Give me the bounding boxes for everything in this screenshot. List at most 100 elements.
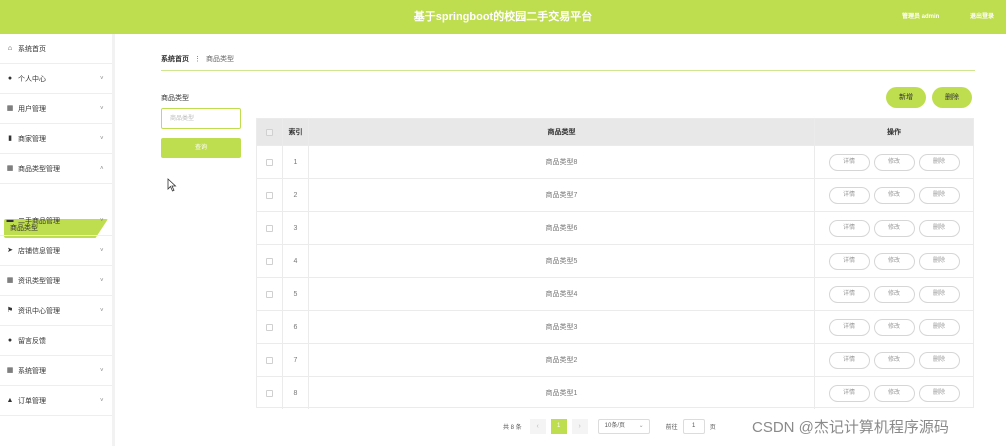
detail-button[interactable]: 详情: [828, 285, 870, 303]
row-delete-button[interactable]: 删除: [918, 285, 960, 303]
table-row: 6 商品类型3 详情 修改 删除: [257, 310, 973, 343]
app-title: 基于springboot的校园二手交易平台: [413, 11, 593, 23]
edit-button[interactable]: 修改: [873, 351, 915, 369]
detail-button[interactable]: 详情: [828, 384, 870, 402]
sidebar-item-label: 商品类型管理: [18, 165, 60, 173]
detail-button[interactable]: 详情: [828, 219, 870, 237]
sidebar-item-4[interactable]: ▦ 商品类型管理 ˄: [0, 154, 112, 184]
select-all-checkbox[interactable]: [266, 128, 273, 136]
row-ops: 详情 修改 删除: [815, 179, 973, 211]
row-name: 商品类型6: [309, 212, 815, 244]
row-ops: 详情 修改 删除: [815, 278, 973, 310]
prev-page-button[interactable]: ‹: [529, 418, 546, 434]
add-button[interactable]: 新增: [886, 87, 926, 108]
sidebar-item-5[interactable]: ▬ 二手商品管理 ˅: [0, 206, 112, 236]
sidebar-item-2[interactable]: ▦ 用户管理 ˅: [0, 94, 112, 124]
breadcrumb-home[interactable]: 系统首页: [161, 54, 189, 64]
row-checkbox-cell: [257, 212, 283, 244]
row-index: 2: [283, 179, 309, 211]
row-name: 商品类型4: [309, 278, 815, 310]
row-checkbox[interactable]: [266, 257, 273, 265]
edit-button[interactable]: 修改: [873, 186, 915, 204]
sidebar-item-3[interactable]: ▮ 商家管理 ˅: [0, 124, 112, 154]
row-index: 3: [283, 212, 309, 244]
detail-button[interactable]: 详情: [828, 252, 870, 270]
sidebar-item-11[interactable]: ▲ 订单管理 ˅: [0, 386, 112, 416]
edit-button[interactable]: 修改: [873, 252, 915, 270]
row-name: 商品类型8: [309, 146, 815, 178]
edit-button[interactable]: 修改: [873, 384, 915, 402]
row-index: 4: [283, 245, 309, 277]
sidebar-item-10[interactable]: ▦ 系统管理 ˅: [0, 356, 112, 386]
row-delete-button[interactable]: 删除: [918, 351, 960, 369]
chevron-down-icon: ˅: [100, 307, 104, 314]
chevron-down-icon: ˅: [100, 75, 104, 82]
chevron-down-icon: ˅: [100, 277, 104, 284]
header-checkbox-cell: [257, 119, 283, 145]
goto-input[interactable]: 1: [682, 418, 705, 434]
row-delete-button[interactable]: 删除: [918, 186, 960, 204]
row-ops: 详情 修改 删除: [815, 245, 973, 277]
query-button[interactable]: 查询: [161, 138, 241, 158]
detail-button[interactable]: 详情: [828, 153, 870, 171]
sidebar-item-9[interactable]: ● 留言反馈: [0, 326, 112, 356]
row-delete-button[interactable]: 删除: [918, 318, 960, 336]
detail-button[interactable]: 详情: [828, 351, 870, 369]
sidebar-item-1[interactable]: ● 个人中心 ˅: [0, 64, 112, 94]
row-checkbox-cell: [257, 278, 283, 310]
sidebar-item-label: 资讯中心管理: [18, 307, 60, 315]
person-icon: ●: [7, 74, 13, 82]
bar-chart-icon: ▮: [8, 134, 12, 142]
breadcrumb: 系统首页 ⋮ 商品类型: [161, 54, 234, 64]
row-checkbox[interactable]: [266, 323, 273, 331]
table-row: 7 商品类型2 详情 修改 删除: [257, 343, 973, 376]
row-delete-button[interactable]: 删除: [918, 252, 960, 270]
sidebar-item-label: 二手商品管理: [18, 217, 60, 225]
sidebar: 商品类型 ⌂ 系统首页 ● 个人中心 ˅ ▦ 用户管理 ˅ ▮ 商家管理 ˅ ▦ 商品类型管理 ˄ ▬ 二手商…: [0, 34, 115, 446]
delete-button[interactable]: 删除: [932, 87, 972, 108]
logout-link[interactable]: 退出登录: [970, 0, 994, 34]
detail-button[interactable]: 详情: [828, 318, 870, 336]
edit-button[interactable]: 修改: [873, 285, 915, 303]
page-size-select[interactable]: 10条/页 ⌄: [597, 418, 650, 434]
sidebar-item-label: 商家管理: [18, 135, 46, 143]
row-ops: 详情 修改 删除: [815, 377, 973, 409]
goto-label: 前往: [665, 424, 678, 431]
edit-button[interactable]: 修改: [873, 153, 915, 171]
detail-button[interactable]: 详情: [828, 186, 870, 204]
row-index: 8: [283, 377, 309, 409]
page-number-current[interactable]: 1: [550, 418, 567, 434]
grid-icon: ▦: [6, 366, 14, 374]
grid-icon: ▦: [6, 276, 14, 284]
breadcrumb-divider: [161, 70, 975, 71]
search-input[interactable]: [161, 108, 241, 129]
row-checkbox-cell: [257, 179, 283, 211]
row-delete-button[interactable]: 删除: [918, 153, 960, 171]
row-checkbox[interactable]: [266, 158, 273, 166]
row-checkbox[interactable]: [266, 356, 273, 364]
edit-button[interactable]: 修改: [873, 318, 915, 336]
sidebar-item-6[interactable]: ➤ 店铺信息管理 ˅: [0, 236, 112, 266]
row-delete-button[interactable]: 删除: [918, 219, 960, 237]
row-index: 1: [283, 146, 309, 178]
pagination: 共 8 条 ‹ 1 › 10条/页 ⌄ 前往 1 页: [503, 418, 716, 434]
sidebar-item-8[interactable]: ⚑ 资讯中心管理 ˅: [0, 296, 112, 326]
row-delete-button[interactable]: 删除: [918, 384, 960, 402]
next-page-button[interactable]: ›: [571, 418, 588, 434]
row-checkbox[interactable]: [266, 389, 273, 397]
edit-button[interactable]: 修改: [873, 219, 915, 237]
sidebar-item-0[interactable]: ⌂ 系统首页: [0, 34, 112, 64]
row-checkbox[interactable]: [266, 191, 273, 199]
sidebar-item-7[interactable]: ▦ 资讯类型管理 ˅: [0, 266, 112, 296]
watermark: CSDN @杰记计算机程序源码: [752, 419, 949, 436]
flag-icon: ⚑: [6, 306, 14, 314]
sidebar-item-label: 资讯类型管理: [18, 277, 60, 285]
chevron-down-icon: ˅: [100, 135, 104, 142]
row-ops: 详情 修改 删除: [815, 212, 973, 244]
grid-icon: ▦: [6, 104, 14, 112]
sidebar-item-label: 用户管理: [18, 105, 46, 113]
row-checkbox[interactable]: [266, 290, 273, 298]
home-icon: ⌂: [7, 44, 13, 52]
row-ops: 详情 修改 删除: [815, 146, 973, 178]
row-checkbox[interactable]: [266, 224, 273, 232]
